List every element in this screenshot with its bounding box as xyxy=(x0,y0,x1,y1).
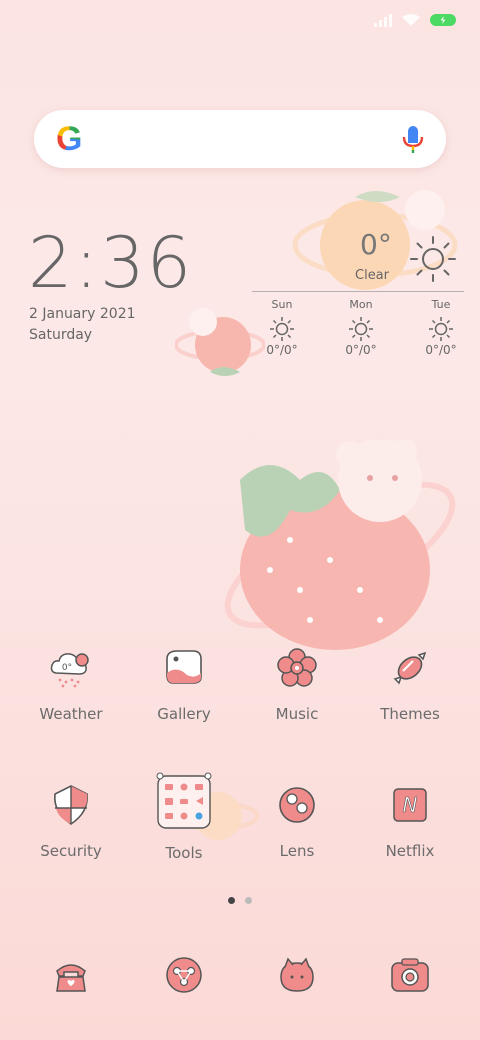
app-tools-folder[interactable]: Tools xyxy=(129,772,239,862)
page-dot-active[interactable] xyxy=(228,897,235,904)
app-music[interactable]: Music xyxy=(242,645,352,723)
forecast-range: 0°/0° xyxy=(345,343,377,357)
candy-icon xyxy=(393,651,427,685)
battery-charging-icon xyxy=(430,14,456,26)
app-label: Tools xyxy=(165,844,203,862)
messages-icon[interactable] xyxy=(273,951,321,999)
app-themes[interactable]: Themes xyxy=(355,645,465,723)
signal-icon xyxy=(374,13,392,27)
forecast-mon: Mon 0°/0° xyxy=(331,298,391,357)
current-temperature[interactable]: 0° xyxy=(360,228,392,261)
app-security[interactable]: Security xyxy=(16,782,126,860)
app-label: Lens xyxy=(279,842,315,860)
forecast-day: Sun xyxy=(271,298,293,311)
lens-icon xyxy=(279,787,315,823)
date-text: 2 January 2021 xyxy=(29,306,136,322)
forecast-range: 0°/0° xyxy=(425,343,457,357)
app-label: Weather xyxy=(39,705,103,723)
clock-date-block[interactable]: 2 January 2021 Saturday xyxy=(29,304,136,346)
google-search-bar[interactable]: G xyxy=(34,110,446,168)
weather-cloud-icon: 0° xyxy=(50,653,89,688)
forecast-day: Tue xyxy=(431,298,451,311)
netflix-letter: N xyxy=(403,793,418,817)
weather-divider xyxy=(252,291,464,292)
forecast-tue: Tue 0°/0° xyxy=(411,298,471,357)
music-flower-icon xyxy=(277,648,317,687)
app-label: Security xyxy=(40,842,102,860)
app-netflix[interactable]: N Netflix xyxy=(355,782,465,860)
weather-condition: Clear xyxy=(355,268,389,283)
background-strawberry-planet xyxy=(224,440,456,650)
app-gallery[interactable]: Gallery xyxy=(129,645,239,723)
forecast-sun: Sun 0°/0° xyxy=(252,298,312,357)
status-bar xyxy=(374,8,456,32)
page-dot[interactable] xyxy=(245,897,252,904)
microphone-icon[interactable] xyxy=(402,124,424,154)
camera-icon[interactable] xyxy=(386,951,434,999)
sun-icon xyxy=(349,317,373,341)
app-weather[interactable]: 0° Weather xyxy=(16,645,126,723)
forecast-range: 0°/0° xyxy=(266,343,298,357)
shield-icon xyxy=(54,785,88,825)
clock-time[interactable]: 2:36 xyxy=(28,222,193,304)
app-label: Netflix xyxy=(385,842,435,860)
google-logo-icon: G xyxy=(56,120,83,158)
day-text: Saturday xyxy=(29,327,93,343)
app-label: Gallery xyxy=(157,705,211,723)
app-label: Music xyxy=(275,705,319,723)
tools-folder-icon xyxy=(156,772,212,829)
wifi-icon xyxy=(402,14,420,26)
sun-icon xyxy=(410,236,456,282)
app-label: Themes xyxy=(380,705,440,723)
forecast-day: Mon xyxy=(349,298,373,311)
page-indicator[interactable] xyxy=(228,897,252,904)
sun-icon xyxy=(429,317,453,341)
netflix-icon: N xyxy=(393,788,427,822)
weather-icon-temp: 0° xyxy=(62,663,72,673)
app-lens[interactable]: Lens xyxy=(242,782,352,860)
phone-icon[interactable] xyxy=(47,951,95,999)
sun-icon xyxy=(270,317,294,341)
gallery-icon xyxy=(166,650,202,684)
share-icon[interactable] xyxy=(160,951,208,999)
